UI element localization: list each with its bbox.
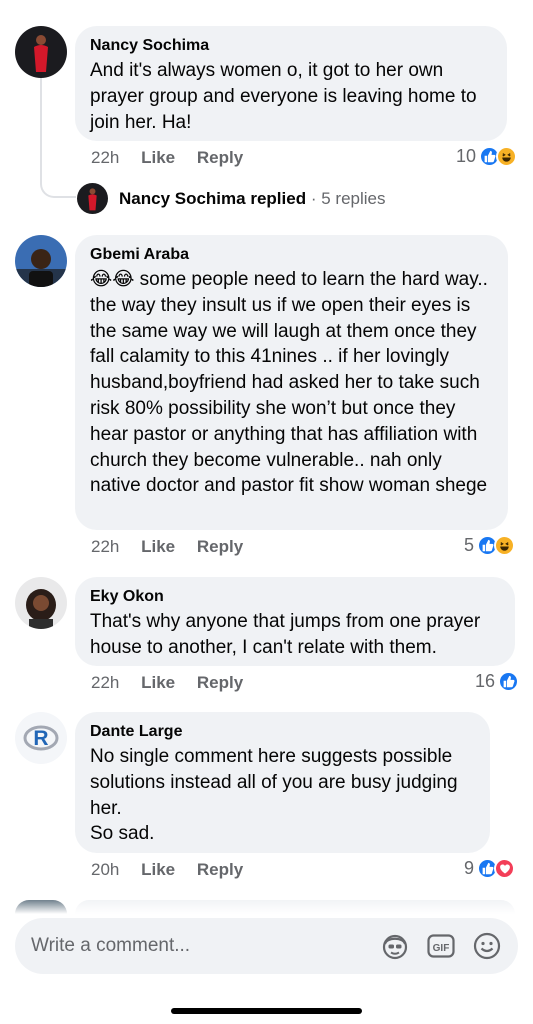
thread-connector: [40, 76, 76, 198]
comment-text: No single comment here suggests possible…: [90, 746, 458, 845]
comment-body: some people need to learn the hard way..…: [90, 269, 494, 497]
reaction-count: 5: [464, 535, 475, 555]
comment-author[interactable]: Gbemi Araba: [90, 245, 492, 265]
comment-author[interactable]: Dante Large: [90, 722, 474, 742]
emoji-text: 😂😂: [90, 269, 135, 290]
comment-actions: 20h Like Reply: [91, 860, 243, 880]
reaction-summary[interactable]: 5: [464, 535, 516, 556]
avatar[interactable]: [15, 235, 67, 287]
avatar-sticker-icon[interactable]: [380, 931, 410, 961]
scroll-fade: [0, 898, 533, 914]
reply-action: replied: [250, 189, 307, 208]
comment-actions: 22h Like Reply: [91, 673, 243, 693]
reply-separator: ·: [310, 189, 317, 208]
reaction-summary[interactable]: 16: [475, 671, 520, 692]
reaction-summary[interactable]: 9: [464, 858, 516, 879]
emoji-icon[interactable]: [472, 931, 502, 961]
like-button[interactable]: Like: [141, 148, 175, 168]
reaction-count: 16: [475, 671, 496, 691]
reaction-count: 10: [456, 146, 477, 166]
haha-icon: [494, 535, 516, 556]
avatar[interactable]: [15, 26, 67, 78]
like-button[interactable]: Like: [141, 673, 175, 693]
comment-bubble: Dante Large No single comment here sugge…: [75, 712, 490, 853]
comment-time[interactable]: 22h: [91, 673, 119, 693]
comment-composer: GIF: [15, 918, 518, 974]
haha-icon: [496, 146, 518, 167]
reply-button[interactable]: Reply: [197, 860, 243, 880]
like-button[interactable]: Like: [141, 537, 175, 557]
comment-actions: 22h Like Reply: [91, 148, 243, 168]
comment-time[interactable]: 22h: [91, 148, 119, 168]
comment-text: 😂😂 some people need to learn the hard wa…: [90, 267, 492, 499]
reply-button[interactable]: Reply: [197, 148, 243, 168]
comment-author[interactable]: Nancy Sochima: [90, 36, 491, 56]
reply-count: 5 replies: [321, 189, 386, 208]
comment-bubble: Eky Okon That's why anyone that jumps fr…: [75, 577, 515, 666]
love-icon: [494, 858, 516, 879]
comment-text: That's why anyone that jumps from one pr…: [90, 611, 486, 658]
reply-button[interactable]: Reply: [197, 537, 243, 557]
svg-text:GIF: GIF: [433, 943, 450, 954]
like-icon: [498, 671, 520, 692]
view-replies-link[interactable]: Nancy Sochima replied · 5 replies: [119, 189, 386, 209]
reply-button[interactable]: Reply: [197, 673, 243, 693]
avatar[interactable]: [15, 577, 67, 629]
comment-text: And it's always women o, it got to her o…: [90, 60, 482, 133]
home-indicator[interactable]: [171, 1008, 362, 1014]
avatar[interactable]: R: [15, 712, 67, 764]
comment-bubble: Nancy Sochima And it's always women o, i…: [75, 26, 507, 141]
comment-input[interactable]: [31, 918, 371, 974]
comment-bubble: Gbemi Araba 😂😂 some people need to learn…: [75, 235, 508, 530]
svg-text:R: R: [33, 727, 48, 750]
comment-actions: 22h Like Reply: [91, 537, 243, 557]
reaction-summary[interactable]: 10: [456, 146, 518, 167]
avatar[interactable]: [77, 183, 108, 214]
like-button[interactable]: Like: [141, 860, 175, 880]
comment-time[interactable]: 22h: [91, 537, 119, 557]
comment-author[interactable]: Eky Okon: [90, 587, 499, 607]
gif-icon[interactable]: GIF: [426, 931, 456, 961]
reply-author: Nancy Sochima: [119, 189, 246, 208]
reaction-count: 9: [464, 858, 475, 878]
comment-time[interactable]: 20h: [91, 860, 119, 880]
